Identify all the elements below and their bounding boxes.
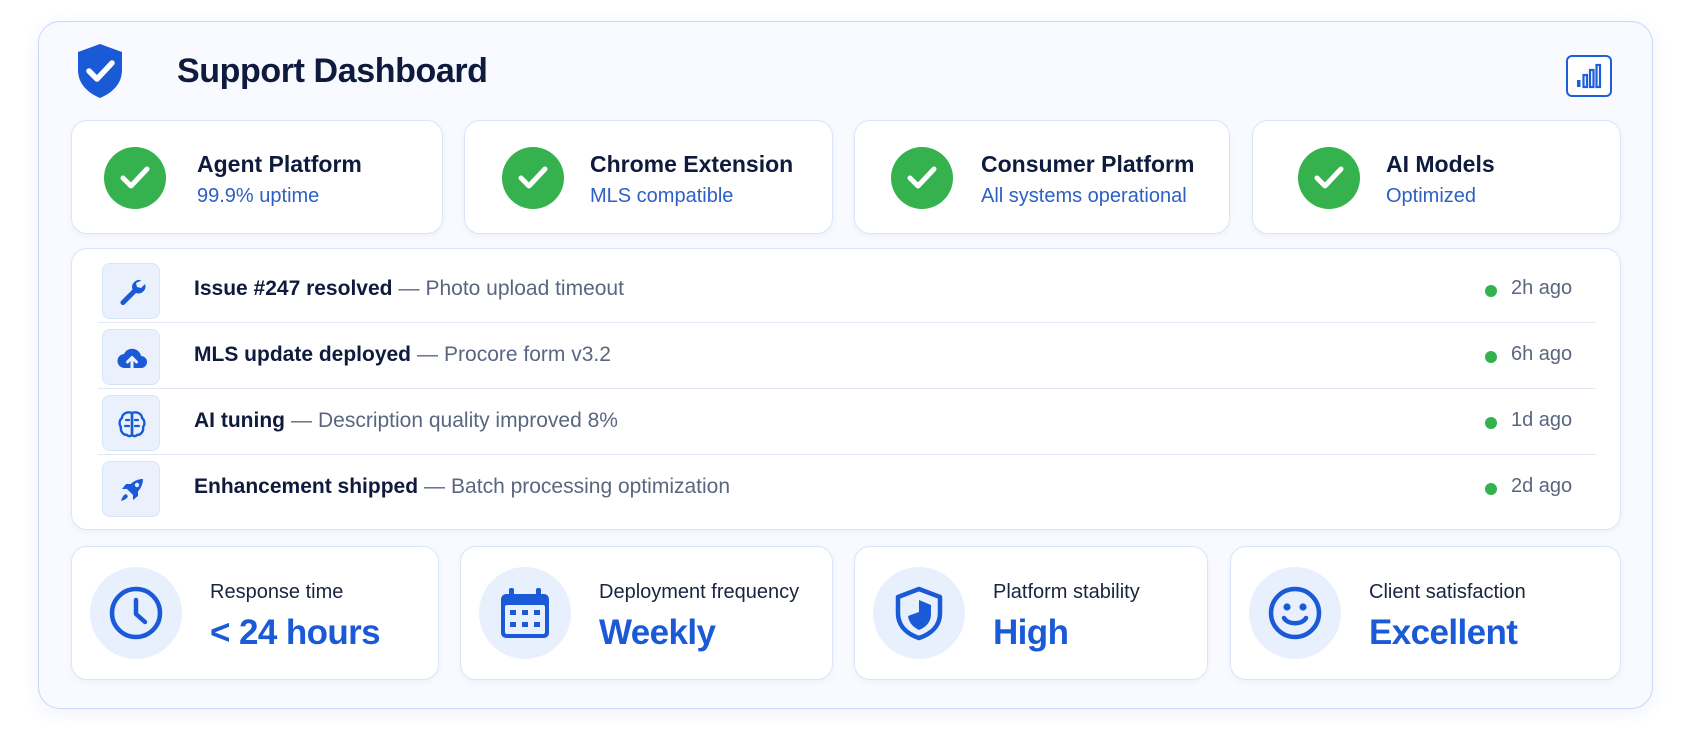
clock-icon (90, 567, 182, 659)
metric-card-client-satisfaction[interactable]: Client satisfaction Excellent (1230, 546, 1621, 680)
status-detail: Optimized (1386, 185, 1477, 207)
activity-detail: Batch processing optimization (451, 475, 731, 498)
metric-label: Deployment frequency (599, 581, 800, 603)
activity-title: Issue #247 resolved (194, 277, 393, 300)
status-dot (1485, 285, 1497, 297)
shield-check-icon (78, 44, 122, 98)
metric-label: Client satisfaction (1369, 581, 1526, 603)
separator: — (417, 343, 439, 366)
metric-card-platform-stability[interactable]: Platform stability High (854, 546, 1208, 680)
status-dot (1485, 483, 1497, 495)
smiley-icon (1249, 567, 1341, 659)
brain-icon (102, 395, 160, 451)
page-title: Support Dashboard (177, 52, 488, 90)
metric-value: Excellent (1369, 613, 1518, 652)
shield-icon (873, 567, 965, 659)
status-card-chrome-extension[interactable]: Chrome Extension MLS compatible (464, 120, 833, 234)
status-detail: MLS compatible (590, 185, 734, 207)
metric-card-deployment-frequency[interactable]: Deployment frequency Weekly (460, 546, 833, 680)
activity-title: AI tuning (194, 409, 285, 432)
status-name: Chrome Extension (590, 151, 794, 177)
status-card-consumer-platform[interactable]: Consumer Platform All systems operationa… (854, 120, 1230, 234)
status-detail: 99.9% uptime (197, 185, 320, 207)
calendar-icon (479, 567, 571, 659)
bar-chart-icon (1577, 63, 1602, 89)
activity-list: Issue #247 resolved — Photo upload timeout… (71, 248, 1621, 530)
activity-title: Enhancement shipped (194, 475, 419, 498)
activity-title: MLS update deployed (194, 343, 412, 366)
status-card-ai-models[interactable]: AI Models Optimized (1252, 120, 1621, 234)
check-circle-icon (502, 147, 564, 209)
status-detail: All systems operational (981, 185, 1187, 207)
metric-value: Weekly (599, 613, 716, 652)
status-name: Agent Platform (197, 151, 362, 177)
metric-label: Platform stability (993, 581, 1140, 603)
list-item[interactable]: AI tuning — Description quality improved 8… (98, 389, 1596, 455)
activity-detail: Procore form v3.2 (444, 343, 611, 366)
wrench-icon (102, 263, 160, 319)
status-dot (1485, 351, 1497, 363)
metric-value: < 24 hours (210, 613, 381, 652)
activity-detail: Description quality improved 8% (317, 409, 618, 432)
metric-label: Response time (210, 581, 344, 603)
support-dashboard-panel: Support Dashboard Agent Platform 99.9% u… (38, 21, 1653, 709)
timestamp: 1d ago (1511, 409, 1573, 431)
list-item[interactable]: MLS update deployed — Procore form v3.2 6h… (98, 323, 1596, 389)
status-card-agent-platform[interactable]: Agent Platform 99.9% uptime (71, 120, 443, 234)
rocket-icon (102, 461, 160, 517)
status-name: AI Models (1386, 151, 1495, 177)
metric-card-response-time[interactable]: Response time < 24 hours (71, 546, 439, 680)
separator: — (290, 409, 312, 432)
timestamp: 6h ago (1511, 343, 1573, 365)
metric-value: High (993, 613, 1069, 652)
analytics-button[interactable] (1566, 55, 1612, 97)
timestamp: 2d ago (1511, 475, 1573, 497)
separator: — (398, 277, 420, 300)
activity-detail: Photo upload timeout (425, 277, 624, 300)
separator: — (424, 475, 446, 498)
status-dot (1485, 417, 1497, 429)
list-item[interactable]: Enhancement shipped — Batch processing opt… (98, 455, 1596, 521)
check-circle-icon (891, 147, 953, 209)
list-item[interactable]: Issue #247 resolved — Photo upload timeout… (98, 257, 1596, 323)
check-circle-icon (1298, 147, 1360, 209)
status-name: Consumer Platform (981, 151, 1195, 177)
cloud-upload-icon (102, 329, 160, 385)
check-circle-icon (104, 147, 166, 209)
timestamp: 2h ago (1511, 277, 1573, 299)
